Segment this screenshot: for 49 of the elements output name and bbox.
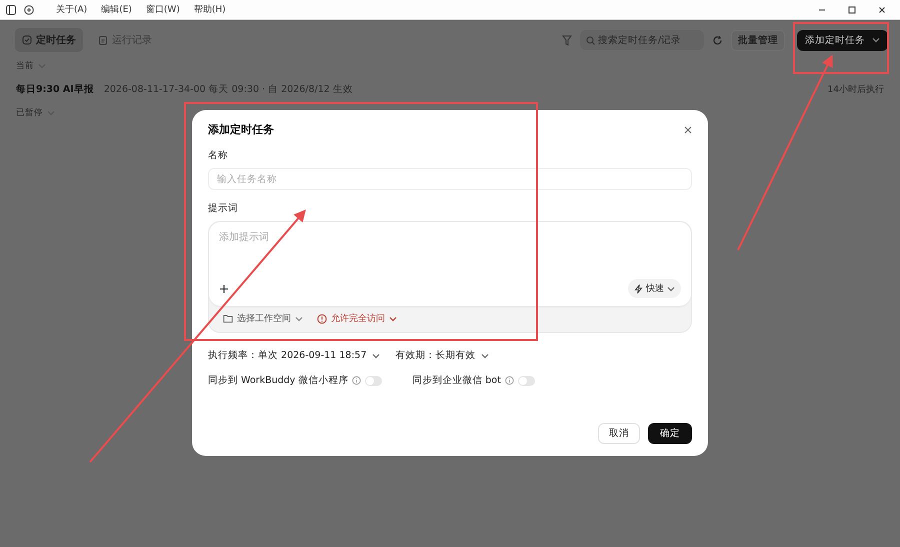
- plus-icon: [219, 284, 229, 294]
- chevron-down-icon: [389, 316, 397, 322]
- toggle-label: 同步到 WorkBuddy 微信小程序: [208, 374, 348, 387]
- confirm-button[interactable]: 确定: [648, 423, 692, 444]
- access-select[interactable]: 允许完全访问: [317, 312, 397, 325]
- add-task-button[interactable]: 添加定时任务: [797, 30, 888, 50]
- add-attachment-button[interactable]: [219, 284, 229, 294]
- menu-item[interactable]: 编辑(E): [101, 3, 132, 16]
- cancel-button[interactable]: 取消: [598, 423, 640, 444]
- folder-icon: [223, 314, 233, 323]
- chevron-down-icon: [667, 286, 675, 292]
- maximize-icon[interactable]: [848, 6, 856, 14]
- info-icon: [504, 376, 514, 385]
- next-run-text: 14小时后执行: [828, 84, 884, 96]
- clock-shield-icon: [22, 35, 32, 45]
- field-label: 名称: [208, 149, 229, 162]
- validity-select[interactable]: 有效期：长期有效: [396, 349, 489, 362]
- search-field[interactable]: 搜索定时任务/记录: [580, 30, 704, 50]
- speed-mode-button[interactable]: 快速: [628, 279, 681, 298]
- info-icon: [352, 376, 362, 385]
- clipboard-icon: [98, 35, 108, 45]
- menu-item[interactable]: 窗口(W): [146, 3, 180, 16]
- field-label: 提示词: [208, 202, 239, 215]
- toggle-switch[interactable]: [365, 376, 382, 386]
- warning-icon: [317, 314, 327, 324]
- menu-item[interactable]: 关于(A): [56, 3, 88, 16]
- lightning-icon: [634, 284, 643, 294]
- refresh-icon[interactable]: [712, 34, 723, 46]
- sidebar-toggle-icon[interactable]: [6, 4, 16, 14]
- search-icon: [586, 36, 595, 45]
- name-input-field[interactable]: 输入任务名称: [208, 168, 692, 190]
- dialog-title: 添加定时任务: [208, 122, 274, 137]
- chevron-down-icon: [872, 37, 880, 43]
- filter-icon[interactable]: [562, 34, 572, 46]
- toggle-label: 同步到企业微信 bot: [412, 374, 501, 387]
- frequency-select[interactable]: 执行频率：单次 2026-09-11 18:57: [208, 349, 380, 362]
- new-chat-icon[interactable]: [24, 4, 34, 14]
- close-icon: [684, 126, 692, 134]
- task-name[interactable]: 每日9:30 AI早报: [16, 83, 94, 96]
- chevron-down-icon: [295, 316, 303, 322]
- close-icon[interactable]: [878, 6, 886, 14]
- prompt-box[interactable]: 添加提示词 快速: [209, 222, 691, 306]
- close-button[interactable]: [684, 126, 692, 134]
- menu-item[interactable]: 帮助(H): [194, 3, 226, 16]
- task-schedule: 2026-08-11-17-34-00 每天 09:30 · 自 2026/8/12 生效: [104, 83, 354, 96]
- toggle-switch[interactable]: [518, 376, 535, 386]
- chevron-down-icon: [480, 352, 489, 358]
- workspace-select[interactable]: 选择工作空间: [223, 312, 303, 325]
- chevron-down-icon: [372, 352, 380, 358]
